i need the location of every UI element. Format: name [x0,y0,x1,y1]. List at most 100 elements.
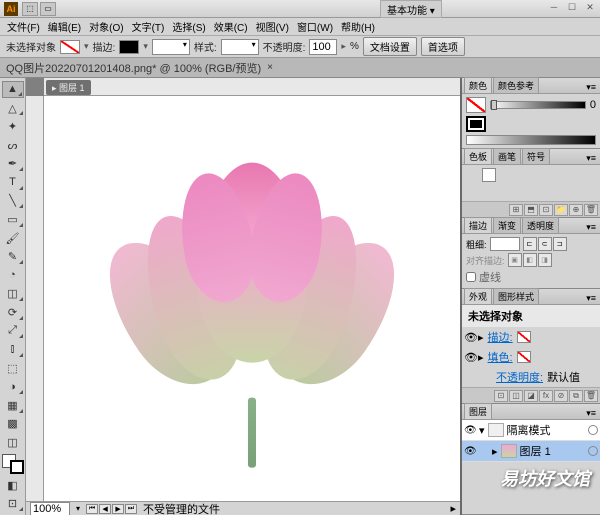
target-icon[interactable] [588,425,598,435]
gradient-tool[interactable]: ◫ [2,434,24,451]
canvas[interactable] [44,96,460,501]
chevron-down-icon[interactable]: ▾ [84,41,89,52]
preferences-button[interactable]: 首选项 [421,37,465,56]
selection-tool[interactable]: ▲ [2,81,24,98]
fill-swatch[interactable] [466,97,486,113]
type-tool[interactable]: T [2,174,24,191]
chevron-down-icon[interactable]: ▾ [143,41,148,52]
doc-mode-tab[interactable]: ▭ [40,2,56,16]
layer-row-isolation[interactable]: 👁 ▾ 隔离模式 [462,420,600,441]
layer-name[interactable]: 图层 1 [520,443,551,459]
workspace-switcher[interactable]: 基本功能 ▾ [380,0,442,18]
weight-input[interactable] [490,237,520,251]
add-stroke-icon[interactable]: ◫ [509,390,523,402]
width-tool[interactable]: ⫾ [2,341,24,358]
first-artboard-icon[interactable]: ⏮ [86,504,98,514]
last-artboard-icon[interactable]: ⏭ [125,504,137,514]
document-tab[interactable]: QQ图片20220701201408.png* @ 100% (RGB/预览) … [0,58,600,78]
menu-edit[interactable]: 编辑(E) [45,19,84,34]
swatch-lib-icon[interactable]: ⊞ [509,204,523,216]
doc-mode-tab[interactable]: ⬚ [22,2,38,16]
tab-swatches[interactable]: 色板 [464,148,492,164]
swatch-white[interactable] [482,168,496,182]
menu-select[interactable]: 选择(S) [169,19,208,34]
chevron-right-icon[interactable]: ▸ [450,502,456,515]
target-icon[interactable] [588,446,598,456]
next-artboard-icon[interactable]: ▶ [112,504,124,514]
appearance-fill-swatch[interactable] [517,351,531,363]
pencil-tool[interactable]: ✎ [2,248,24,265]
color-mode-switch[interactable]: ◧ [2,477,24,494]
fill-stroke-control[interactable] [2,454,24,474]
line-tool[interactable]: ╲ [2,193,24,210]
delete-swatch-icon[interactable]: 🗑 [584,204,598,216]
new-group-icon[interactable]: 📁 [554,204,568,216]
appearance-stroke-label[interactable]: 描边: [488,329,513,345]
stroke-swatch[interactable] [119,40,139,54]
tab-stroke[interactable]: 描边 [464,217,492,233]
align-inside-icon[interactable]: ◧ [523,253,537,267]
direct-selection-tool[interactable]: △ [2,100,24,117]
maximize-icon[interactable]: ☐ [564,0,580,14]
tab-graphic-styles[interactable]: 图形样式 [493,288,539,304]
layer-name[interactable]: 隔离模式 [507,422,551,438]
appearance-stroke-row[interactable]: 👁 ▸ 描边: [462,327,600,347]
artboard-layer-label[interactable]: ▸ 图层 1 [46,80,91,95]
shape-builder-tool[interactable]: ◑ [2,378,24,395]
lasso-tool[interactable]: ᔕ [2,137,24,154]
blob-brush-tool[interactable]: ◔ [2,267,24,284]
eraser-tool[interactable]: ◫ [2,286,24,303]
tab-transparency[interactable]: 透明度 [522,217,559,233]
perspective-grid-tool[interactable]: ▦ [2,397,24,414]
close-tab-icon[interactable]: × [267,62,273,73]
tab-color[interactable]: 颜色 [464,77,492,93]
chevron-right-icon[interactable]: ▸ [341,41,346,52]
style-dropdown[interactable] [221,39,259,55]
tab-color-guide[interactable]: 颜色参考 [493,77,539,93]
swatch-kind-icon[interactable]: ⬒ [524,204,538,216]
tint-slider[interactable] [490,101,586,109]
new-art-icon[interactable]: ⊡ [494,390,508,402]
color-spectrum[interactable] [466,135,596,145]
appearance-fill-row[interactable]: 👁 ▸ 填色: [462,347,600,367]
cap-round-icon[interactable]: ⊂ [538,237,552,251]
tab-gradient[interactable]: 渐变 [493,217,521,233]
free-transform-tool[interactable]: ⬚ [2,360,24,377]
visibility-icon[interactable]: 👁 [464,446,476,457]
appearance-stroke-swatch[interactable] [517,331,531,343]
panel-menu-icon[interactable]: ▾≡ [584,82,598,93]
align-center-icon[interactable]: ▣ [508,253,522,267]
cap-square-icon[interactable]: ⊐ [553,237,567,251]
panel-menu-icon[interactable]: ▾≡ [584,293,598,304]
tab-layers[interactable]: 图层 [464,403,492,419]
magic-wand-tool[interactable]: ✦ [2,118,24,135]
cap-butt-icon[interactable]: ⊏ [523,237,537,251]
stroke-weight-dropdown[interactable] [152,39,190,55]
opacity-input[interactable]: 100 [309,39,337,55]
swatch-none[interactable] [466,168,480,182]
paintbrush-tool[interactable]: 🖌 [2,230,24,247]
tab-brushes[interactable]: 画笔 [493,148,521,164]
mesh-tool[interactable]: ▩ [2,416,24,433]
fill-swatch[interactable] [60,40,80,54]
visibility-icon[interactable]: 👁 [464,425,476,436]
swatch-options-icon[interactable]: ⊡ [539,204,553,216]
stroke-swatch[interactable] [466,116,486,132]
menu-window[interactable]: 窗口(W) [294,19,336,34]
menu-file[interactable]: 文件(F) [4,19,43,34]
menu-effect[interactable]: 效果(C) [211,19,251,34]
new-swatch-icon[interactable]: ⊕ [569,204,583,216]
align-outside-icon[interactable]: ◨ [538,253,552,267]
pen-tool[interactable]: ✒ [2,155,24,172]
add-fill-icon[interactable]: ◪ [524,390,538,402]
delete-icon[interactable]: 🗑 [584,390,598,402]
appearance-opacity-label[interactable]: 不透明度: [496,369,543,385]
rectangle-tool[interactable]: ▭ [2,211,24,228]
ruler-vertical[interactable] [26,96,44,501]
scale-tool[interactable]: ⤢ [2,323,24,340]
minimize-icon[interactable]: ─ [546,0,562,14]
appearance-opacity-row[interactable]: 不透明度: 默认值 [462,367,600,387]
layer-row[interactable]: 👁 ▸ 图层 1 [462,441,600,462]
menu-help[interactable]: 帮助(H) [338,19,378,34]
document-setup-button[interactable]: 文档设置 [363,37,417,56]
